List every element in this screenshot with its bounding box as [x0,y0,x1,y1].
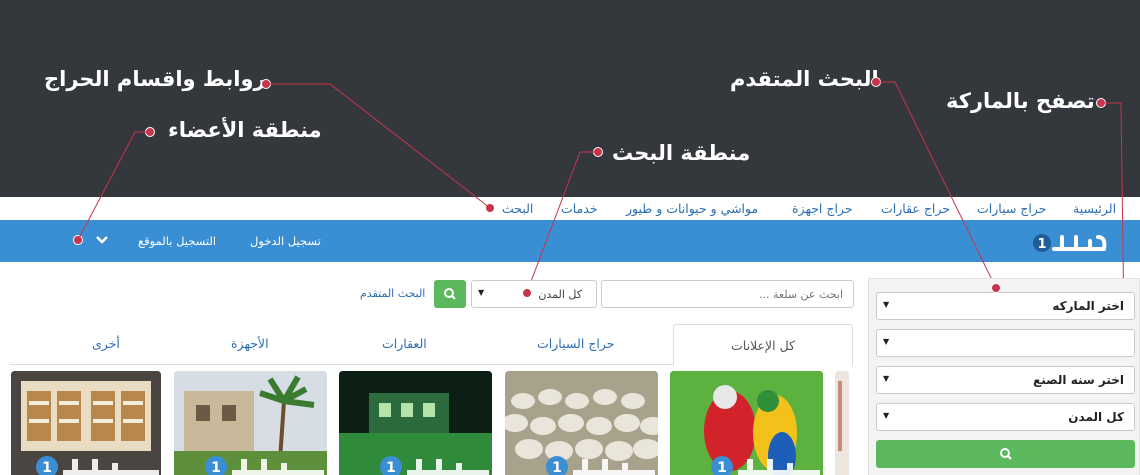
register-link[interactable]: التسجيل بالموقع [138,234,216,248]
model-select[interactable]: ▼ [876,329,1135,357]
tab-all-ads[interactable]: كل الإعلانات [673,324,853,366]
nav-link-devices[interactable]: حراج اجهزة [792,201,853,216]
svg-text:1: 1 [552,460,562,475]
site-header: التسجيل بالموقع تسجيل الدخول 1 [0,220,1140,262]
dropdown-arrow-icon: ▼ [883,374,890,383]
search-input[interactable] [602,281,853,307]
listing-thumbnail-villa[interactable]: 1 [339,371,492,475]
callout-search-area: منطقة البحث [612,141,751,165]
svg-text:1: 1 [42,460,52,475]
search-icon [444,288,456,300]
sidebar-city-select[interactable]: كل المدن ▼ [876,403,1135,431]
login-link[interactable]: تسجيل الدخول [250,234,321,248]
nav-link-search[interactable]: البحث [502,201,533,216]
callout-browse-brand: تصفح بالماركة [946,89,1095,113]
callout-dot [261,79,271,89]
listing-thumbnail-partial[interactable] [835,371,849,475]
year-select[interactable]: اختر سنه الصنع ▼ [876,366,1135,394]
listing-thumbnail-palm-house[interactable]: 1 [174,371,327,475]
sidebar-city-value: كل المدن [1068,410,1124,424]
search-button[interactable] [434,280,466,308]
chevron-down-icon[interactable] [95,233,109,247]
dropdown-arrow-icon: ▼ [883,337,890,346]
watermark-logo-icon: 1 [380,456,489,475]
partial-photo [835,371,849,475]
svg-text:1: 1 [386,460,396,475]
watermark-logo-icon: 1 [546,456,655,475]
nav-link-home[interactable]: الرئيسية [1073,201,1116,216]
dropdown-arrow-icon: ▼ [883,300,890,309]
top-nav: الرئيسية حراج سيارات حراج عقارات حراج اج… [0,197,1140,220]
filter-search-button[interactable] [876,440,1135,468]
logo-icon[interactable]: 1 [1032,229,1110,255]
callout-dot [593,147,603,157]
tab-devices[interactable]: الأجهزة [231,336,269,351]
callout-dot [73,235,83,245]
dropdown-arrow-icon: ▼ [883,411,890,420]
dropdown-arrow-icon: ▼ [478,288,485,297]
nav-link-livestock[interactable]: مواشي و حيوانات و طيور [626,201,758,216]
callout-dot [1096,98,1106,108]
callout-dot [991,283,1001,293]
brand-select[interactable]: اختر الماركه ▼ [876,292,1135,320]
svg-text:1: 1 [1037,237,1046,252]
listing-thumbnail-shop[interactable]: 1 [11,371,161,475]
advanced-search-link[interactable]: البحث المتقدم [360,287,425,300]
listing-thumbnail-parrots[interactable]: 1 [670,371,823,475]
callout-dot [485,203,495,213]
watermark-logo-icon: 1 [36,456,159,475]
nav-link-services[interactable]: خدمات [561,201,598,216]
watermark-logo-icon: 1 [205,456,324,475]
svg-text:1: 1 [717,460,727,475]
callout-links-sections: روابط واقسام الحراج [44,67,266,91]
callout-members-area: منطقة الأعضاء [168,118,322,142]
nav-link-cars[interactable]: حراج سيارات [977,201,1046,216]
nav-link-realestate[interactable]: حراج عقارات [881,201,950,216]
city-select[interactable]: كل المدن ▼ [471,280,597,308]
callout-advanced-search: البحث المتقدم [730,67,879,91]
brand-select-value: اختر الماركه [1052,299,1124,313]
city-select-value: كل المدن [538,288,582,301]
listing-thumbnail-sheep[interactable]: 1 [505,371,658,475]
search-icon [1000,448,1012,460]
tab-cars[interactable]: حراج السيارات [537,336,614,351]
watermark-logo-icon: 1 [711,456,820,475]
callout-dot [522,288,532,298]
year-select-value: اختر سنه الصنع [1033,373,1124,387]
callout-dot [871,77,881,87]
tab-other[interactable]: أخرى [92,336,120,351]
search-input-wrapper [601,280,854,308]
callout-dot [145,127,155,137]
tab-realestate[interactable]: العقارات [382,336,427,351]
svg-text:1: 1 [211,460,221,475]
